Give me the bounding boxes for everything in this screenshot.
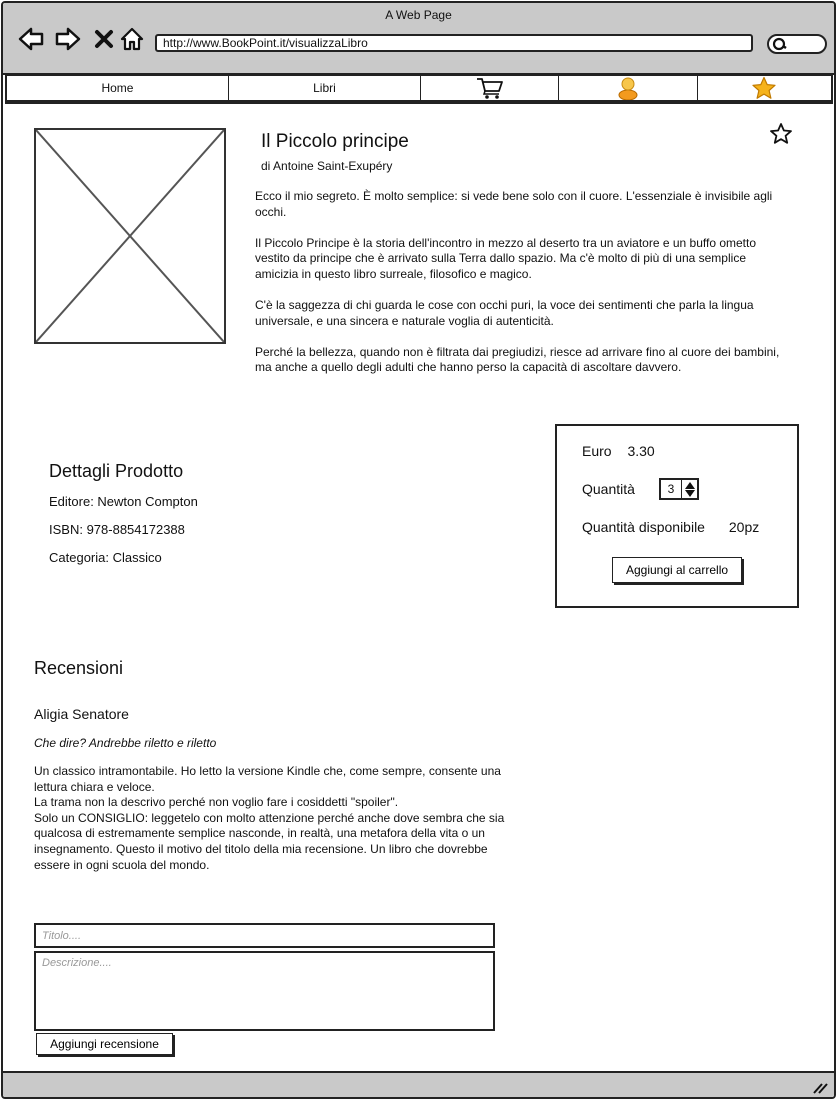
product-details: Dettagli Prodotto Editore: Newton Compto… [49, 461, 198, 578]
description-paragraph: Perché la bellezza, quando non è filtrat… [255, 344, 780, 375]
description-paragraph: Il Piccolo Principe è la storia dell'inc… [255, 235, 757, 281]
price-value: 3.30 [627, 443, 655, 459]
review-description-input[interactable] [34, 951, 495, 1031]
tab-user[interactable] [559, 76, 698, 100]
url-bar[interactable]: http://www.BookPoint.it/visualizzaLibro [155, 34, 753, 52]
review-title: Che dire? Andrebbe riletto e riletto [34, 736, 217, 750]
decrement-arrow-icon[interactable] [684, 489, 695, 497]
tab-libri[interactable]: Libri [229, 76, 421, 100]
category-text: Categoria: Classico [49, 550, 162, 565]
home-icon[interactable] [118, 25, 146, 53]
nav-tabs: Home Libri [5, 74, 833, 102]
isbn-text: ISBN: 978-8854172388 [49, 522, 185, 537]
book-title: Il Piccolo principe [261, 131, 409, 152]
details-heading: Dettagli Prodotto [49, 461, 184, 481]
status-bar [3, 1071, 834, 1097]
back-icon[interactable] [17, 25, 45, 53]
browser-titlebar: A Web Page http://www.BookPoint.it/visua… [3, 3, 834, 75]
browser-search-box[interactable] [767, 34, 827, 54]
available-value: 20pz [728, 519, 760, 535]
purchase-box: Euro 3.30 Quantità 3 Quantità disponibil… [555, 424, 799, 608]
tab-favorites[interactable] [698, 76, 831, 100]
search-icon [772, 37, 787, 51]
browser-window: A Web Page http://www.BookPoint.it/visua… [1, 1, 836, 1099]
description-paragraph: C'è la saggezza di chi guarda le cose co… [255, 297, 754, 328]
review-body: Un classico intramontabile. Ho letto la … [34, 764, 505, 872]
reviews-heading: Recensioni [34, 658, 124, 678]
book-description: Ecco il mio segreto. È molto semplice: s… [255, 189, 790, 391]
tab-home[interactable]: Home [7, 76, 229, 100]
tab-cart[interactable] [421, 76, 560, 100]
star-icon [752, 76, 776, 99]
stop-icon[interactable] [90, 25, 118, 53]
description-paragraph: Ecco il mio segreto. È molto semplice: s… [255, 189, 773, 219]
add-to-cart-button[interactable]: Aggiungi al carrello [612, 557, 742, 583]
user-icon [618, 77, 638, 100]
cart-icon [476, 78, 503, 99]
publisher-text: Editore: Newton Compton [49, 494, 198, 509]
quantity-label: Quantità [582, 481, 635, 497]
window-title: A Web Page [385, 8, 452, 22]
book-cover-image [34, 128, 226, 344]
increment-arrow-icon[interactable] [684, 481, 695, 489]
resize-grip-icon[interactable] [812, 1080, 828, 1094]
available-label: Quantità disponibile [582, 519, 705, 535]
quantity-stepper[interactable]: 3 [659, 478, 699, 500]
quantity-value[interactable]: 3 [661, 480, 682, 498]
book-author: di Antoine Saint-Exupéry [261, 159, 393, 173]
favorite-star-icon[interactable] [769, 122, 793, 151]
forward-icon[interactable] [54, 25, 82, 53]
review-title-input[interactable] [34, 923, 495, 948]
price-label: Euro [582, 443, 612, 459]
review-author: Aligia Senatore [34, 706, 129, 722]
add-review-button[interactable]: Aggiungi recensione [36, 1033, 173, 1055]
